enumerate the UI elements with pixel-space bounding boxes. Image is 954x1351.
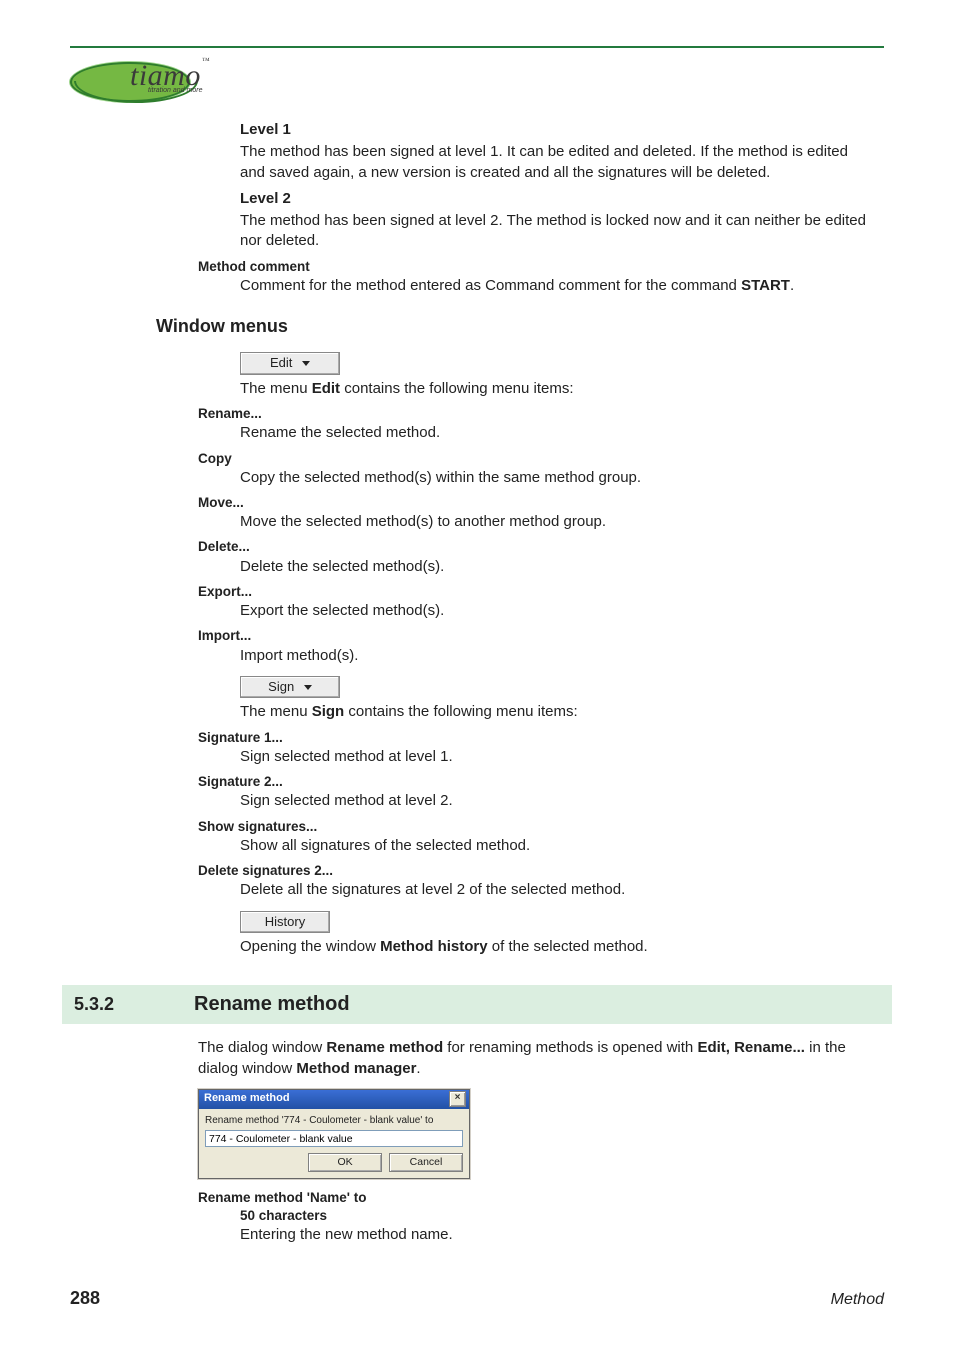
menu-item-desc: Move the selected method(s) to another m… <box>240 512 884 532</box>
menu-item-desc: Show all signatures of the selected meth… <box>240 836 884 856</box>
sign-menu-intro: The menu Sign contains the following men… <box>240 702 884 722</box>
history-button[interactable]: History <box>240 911 330 934</box>
rename-field-label: Rename method 'Name' to <box>198 1189 884 1207</box>
edit-menu-button[interactable]: Edit <box>240 352 340 375</box>
dialog-label: Rename method '774 - Coulometer - blank … <box>205 1114 463 1128</box>
edit-menu-button-label: Edit <box>270 355 292 370</box>
menu-item-label: Rename... <box>198 405 884 423</box>
level2-label: Level 2 <box>240 189 874 209</box>
ok-button[interactable]: OK <box>308 1153 382 1171</box>
dropdown-caret-icon <box>304 685 312 690</box>
page-footer: 288 Method <box>70 1286 884 1311</box>
level1-label: Level 1 <box>240 120 874 140</box>
section-title: Rename method <box>194 991 350 1018</box>
dialog-title: Rename method <box>204 1091 290 1106</box>
menu-item-label: Delete signatures 2... <box>198 862 884 880</box>
footer-section: Method <box>831 1289 884 1311</box>
rename-method-dialog: Rename method × Rename method '774 - Cou… <box>198 1089 470 1179</box>
rename-field-constraint: 50 characters <box>240 1207 884 1225</box>
header-rule <box>70 46 884 48</box>
menu-item-desc: Export the selected method(s). <box>240 601 884 621</box>
menu-item-label: Signature 2... <box>198 773 884 791</box>
section-number: 5.3.2 <box>68 992 194 1016</box>
menu-item-desc: Delete the selected method(s). <box>240 557 884 577</box>
brand-tagline: titration and more <box>148 86 202 95</box>
menu-item-desc: Sign selected method at level 2. <box>240 791 884 811</box>
sign-menu-button[interactable]: Sign <box>240 676 340 699</box>
menu-item-desc: Delete all the signatures at level 2 of … <box>240 880 884 900</box>
menu-item-label: Signature 1... <box>198 729 884 747</box>
menu-item-desc: Rename the selected method. <box>240 423 884 443</box>
dropdown-caret-icon <box>302 361 310 366</box>
page-number: 288 <box>70 1286 100 1310</box>
brand-tm: ™ <box>202 56 210 65</box>
menu-item-label: Export... <box>198 583 884 601</box>
menu-item-desc: Sign selected method at level 1. <box>240 747 884 767</box>
brand-logo: tiamo™ titration and more <box>70 56 210 108</box>
history-button-label: History <box>265 914 305 929</box>
edit-menu-intro: The menu Edit contains the following men… <box>240 379 884 399</box>
method-comment-label: Method comment <box>198 258 884 276</box>
window-menus-heading: Window menus <box>156 314 884 338</box>
sign-menu-button-label: Sign <box>268 679 294 694</box>
menu-item-label: Import... <box>198 627 884 645</box>
section-heading-bar: 5.3.2 Rename method <box>62 985 892 1024</box>
close-icon[interactable]: × <box>449 1091 466 1107</box>
history-text: Opening the window Method history of the… <box>240 937 884 957</box>
method-comment-text: Comment for the method entered as Comman… <box>240 276 884 296</box>
rename-intro-text: The dialog window Rename method for rena… <box>198 1038 884 1079</box>
menu-item-label: Show signatures... <box>198 818 884 836</box>
menu-item-label: Delete... <box>198 538 884 556</box>
rename-input[interactable] <box>205 1130 463 1147</box>
level2-text: The method has been signed at level 2. T… <box>240 211 874 252</box>
cancel-button[interactable]: Cancel <box>389 1153 463 1171</box>
level1-text: The method has been signed at level 1. I… <box>240 142 874 183</box>
menu-item-desc: Copy the selected method(s) within the s… <box>240 468 884 488</box>
menu-item-label: Copy <box>198 450 884 468</box>
menu-item-label: Move... <box>198 494 884 512</box>
menu-item-desc: Import method(s). <box>240 646 884 666</box>
rename-field-desc: Entering the new method name. <box>240 1225 884 1245</box>
